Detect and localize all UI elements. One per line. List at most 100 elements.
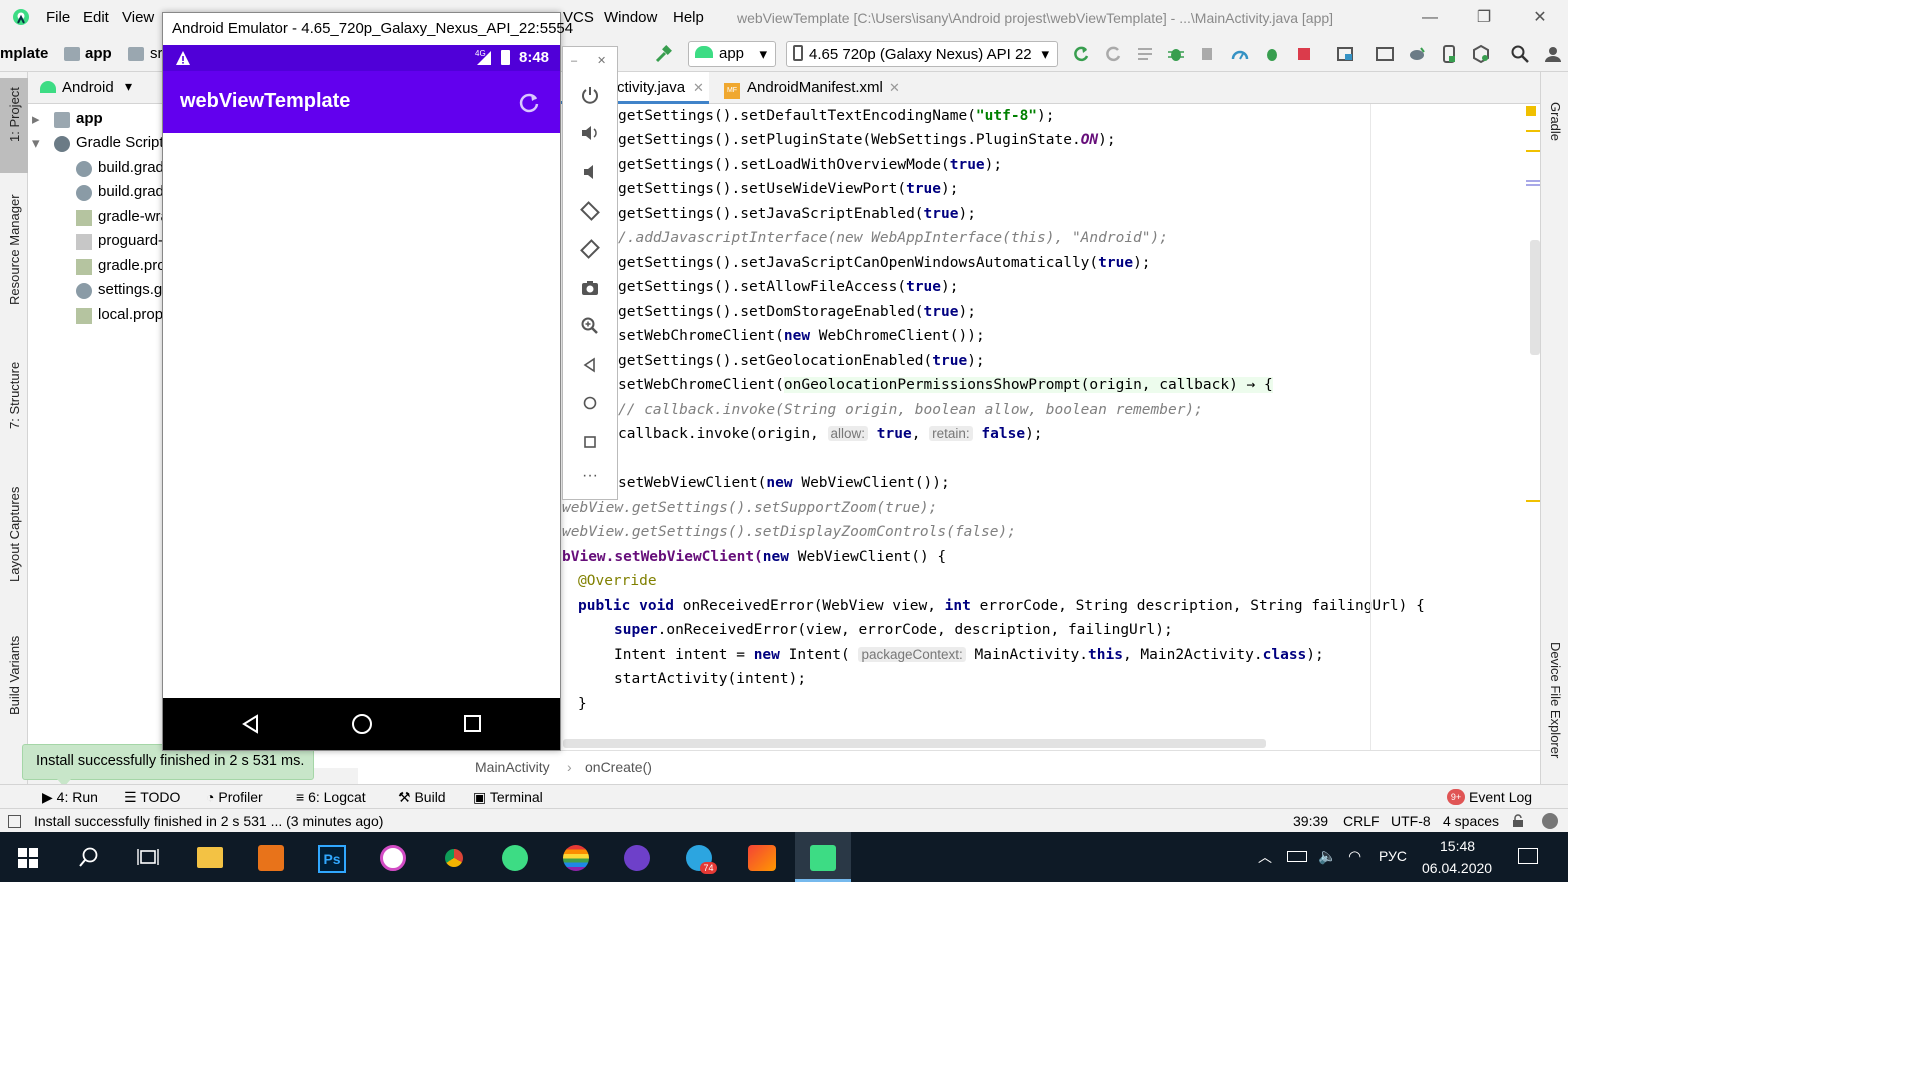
breadcrumb-app[interactable]: app [85, 45, 112, 62]
tab-layout-captures[interactable]: Layout Captures [7, 487, 22, 582]
indent-setting[interactable]: 4 spaces [1443, 813, 1499, 829]
breadcrumb-project[interactable]: mplate [0, 45, 48, 62]
tab-project[interactable]: 1: Project [7, 87, 22, 142]
volume-icon[interactable]: 🔈 [1318, 847, 1337, 865]
home-icon[interactable] [580, 393, 600, 413]
clock-time[interactable]: 15:48 [1440, 838, 1475, 854]
sublime-text-icon[interactable] [258, 845, 284, 871]
vertical-scrollbar[interactable] [1530, 240, 1540, 355]
profile-icon[interactable] [1230, 44, 1250, 64]
chevron-down-icon[interactable]: ▾ [125, 78, 132, 95]
show-hidden-icons-icon[interactable]: ︿ [1258, 847, 1272, 867]
lgbt-app-icon[interactable] [563, 845, 589, 871]
menu-edit[interactable]: Edit [83, 9, 109, 26]
tab-androidmanifest[interactable]: AndroidManifest.xml [747, 79, 883, 96]
breadcrumb-method[interactable]: onCreate() [585, 759, 652, 775]
zoom-icon[interactable] [580, 316, 600, 336]
breadcrumb-class[interactable]: MainActivity [475, 759, 550, 775]
build-hammer-icon[interactable] [654, 44, 674, 64]
battery-icon[interactable] [1287, 851, 1307, 862]
apply-changes-icon[interactable] [1103, 44, 1123, 64]
horizontal-scrollbar[interactable] [563, 739, 1266, 748]
warning-marker[interactable] [1526, 130, 1540, 132]
attach-debugger-icon[interactable] [1198, 44, 1218, 64]
file-encoding[interactable]: UTF-8 [1391, 813, 1431, 829]
project-structure-icon[interactable] [1335, 44, 1355, 64]
clock-date[interactable]: 06.04.2020 [1422, 860, 1492, 876]
stop-icon[interactable] [1294, 44, 1314, 64]
github-desktop-icon[interactable] [624, 845, 650, 871]
run-config-select[interactable]: app ▾ [688, 41, 776, 67]
close-tab-icon[interactable]: ✕ [693, 80, 704, 96]
avd-manager-icon[interactable] [1375, 44, 1395, 64]
tab-gradle[interactable]: Gradle [1548, 102, 1563, 141]
inspector-icon[interactable] [1542, 813, 1558, 829]
apply-code-changes-icon[interactable] [1135, 44, 1155, 64]
webview-content[interactable] [163, 133, 560, 698]
menu-window[interactable]: Window [604, 9, 657, 26]
close-emulator-icon[interactable]: ✕ [597, 54, 606, 67]
warning-marker[interactable] [1526, 500, 1540, 502]
debug-icon[interactable] [1166, 44, 1186, 64]
event-log-button[interactable]: Event Log [1469, 789, 1532, 805]
tree-item-gradle-scripts[interactable]: Gradle Scripts [76, 134, 171, 151]
warning-marker[interactable] [1526, 150, 1540, 152]
tree-item-build-gradle-project[interactable]: build.grad [98, 159, 164, 176]
terminal-tool-button[interactable]: ▣ Terminal [473, 789, 543, 806]
volume-down-icon[interactable] [580, 162, 600, 182]
user-icon[interactable] [1543, 44, 1563, 64]
minimize-emulator-icon[interactable]: – [571, 55, 577, 67]
search-icon[interactable] [1510, 44, 1530, 64]
tab-device-file-explorer[interactable]: Device File Explorer [1548, 642, 1563, 758]
itunes-icon[interactable] [380, 845, 406, 871]
breadcrumb-src[interactable]: sr [150, 45, 163, 62]
tree-item-proguard[interactable]: proguard- [98, 232, 163, 249]
tree-item-app[interactable]: app [76, 110, 103, 127]
android-emulator-window[interactable]: Android Emulator - 4.65_720p_Galaxy_Nexu… [162, 12, 573, 751]
collapse-arrow-icon[interactable]: ▾ [32, 134, 40, 152]
filezilla-icon[interactable] [748, 845, 776, 871]
refresh-icon[interactable] [517, 90, 541, 114]
info-marker[interactable] [1526, 180, 1540, 182]
minimize-icon[interactable]: — [1418, 6, 1442, 30]
tree-item-local-properties[interactable]: local.prop [98, 306, 163, 323]
tab-resource-manager[interactable]: Resource Manager [7, 194, 22, 305]
task-view-icon[interactable] [137, 847, 159, 867]
search-icon[interactable] [78, 846, 100, 868]
chrome-icon[interactable] [441, 845, 467, 871]
rotate-right-icon[interactable] [580, 239, 600, 259]
menu-view[interactable]: View [122, 9, 154, 26]
debug-attach-icon[interactable] [1262, 44, 1282, 64]
inspection-status-icon[interactable] [1526, 106, 1536, 116]
tree-item-settings-gradle[interactable]: settings.g [98, 281, 162, 298]
power-icon[interactable] [580, 85, 600, 105]
windows-start-icon[interactable] [18, 848, 38, 868]
photoshop-icon[interactable]: Ps [318, 845, 346, 873]
tree-item-gradle-wrapper[interactable]: gradle-wra [98, 208, 169, 225]
profiler-tool-button[interactable]: ◔ Profiler [206, 789, 263, 805]
menu-help[interactable]: Help [673, 9, 704, 26]
input-language[interactable]: РУС [1379, 848, 1407, 864]
camera-icon[interactable] [580, 278, 600, 298]
overview-icon[interactable] [580, 432, 600, 452]
tab-mainactivity-label[interactable]: ctivity.java [617, 79, 685, 96]
tool-windows-toggle-icon[interactable] [8, 815, 21, 828]
close-icon[interactable]: ✕ [1528, 6, 1552, 30]
tab-structure[interactable]: 7: Structure [7, 362, 22, 429]
home-icon[interactable] [352, 714, 372, 734]
todo-tool-button[interactable]: ☰ TODO [124, 789, 180, 806]
notifications-icon[interactable] [1518, 848, 1538, 864]
sdk-manager-icon[interactable] [1471, 44, 1491, 64]
file-explorer-icon[interactable] [197, 847, 223, 868]
build-tool-button[interactable]: ⚒ Build [398, 789, 446, 806]
more-icon[interactable]: ··· [580, 467, 600, 487]
logcat-tool-button[interactable]: ≡ 6: Logcat [296, 789, 366, 805]
wifi-icon[interactable]: ◠ [1348, 847, 1361, 865]
tab-build-variants[interactable]: Build Variants [7, 636, 22, 715]
cursor-position[interactable]: 39:39 [1293, 813, 1328, 829]
device-manager-icon[interactable] [1439, 44, 1459, 64]
restore-icon[interactable]: ❐ [1472, 6, 1496, 30]
menu-file[interactable]: File [46, 9, 70, 26]
status-message[interactable]: Install successfully finished in 2 s 531… [34, 813, 383, 829]
tree-item-build-gradle-app[interactable]: build.grad [98, 183, 164, 200]
